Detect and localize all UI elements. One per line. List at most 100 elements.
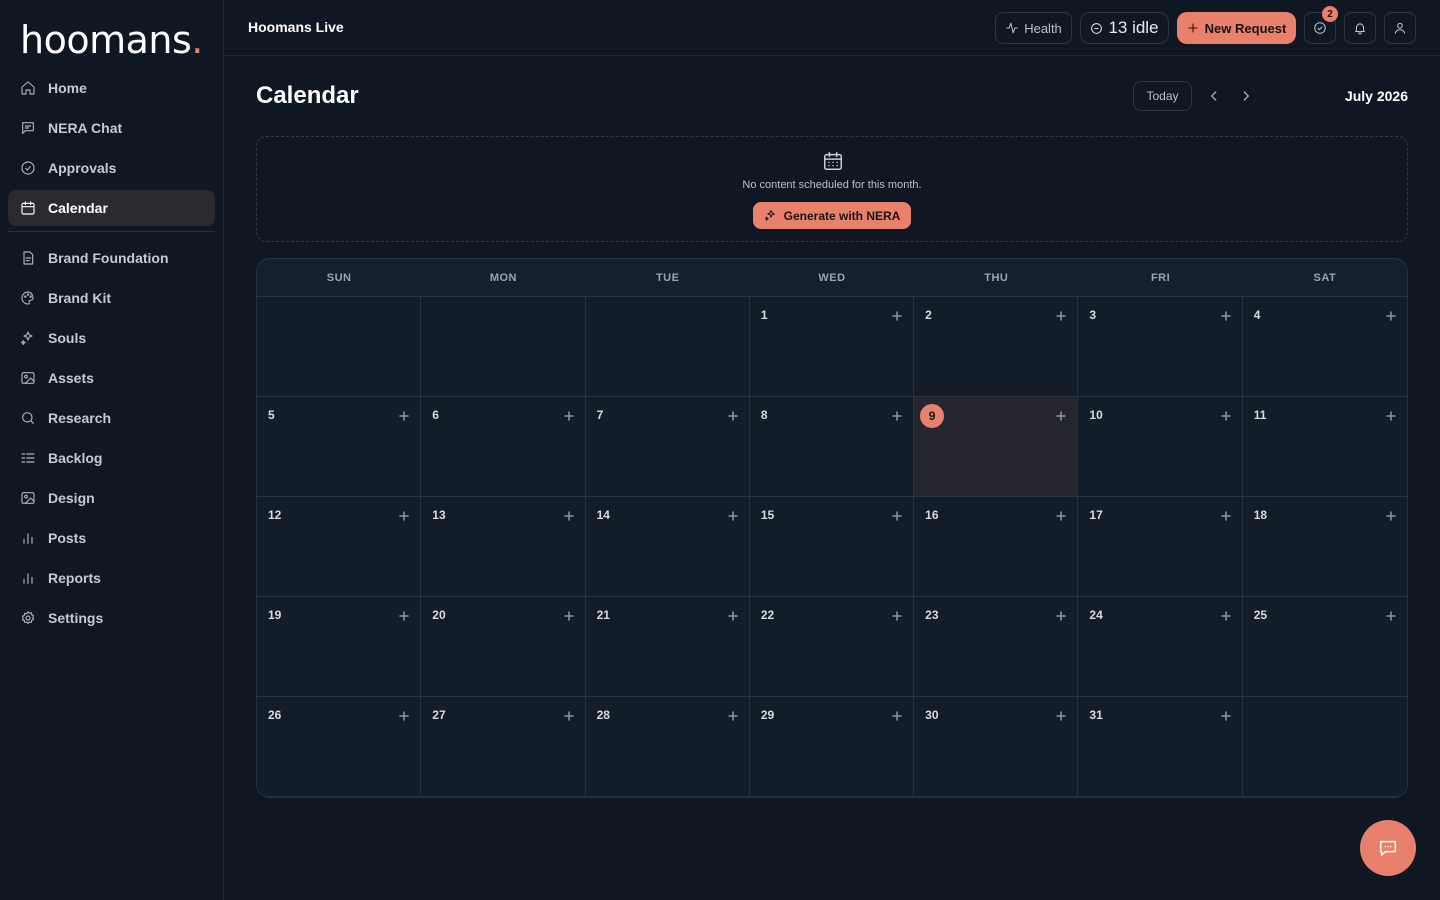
add-content-button[interactable] — [1220, 409, 1232, 421]
calendar-day-cell[interactable]: 13 — [421, 497, 586, 597]
hoomans-logo[interactable]: hoomans. — [20, 18, 203, 62]
plus-icon — [892, 611, 902, 621]
calendar-day-cell[interactable]: 30 — [914, 697, 1079, 797]
weekday-label: FRI — [1150, 271, 1171, 284]
day-number: 28 — [596, 708, 610, 722]
add-content-button[interactable] — [727, 709, 739, 721]
add-content-button[interactable] — [891, 509, 903, 521]
calendar-day-cell[interactable]: 18 — [1242, 497, 1407, 597]
calendar-day-cell[interactable]: 6 — [421, 397, 586, 497]
sidebar-item-home[interactable]: Home — [8, 70, 215, 106]
sidebar-item-brand-kit[interactable]: Brand Kit — [8, 280, 215, 316]
idle-status-button[interactable]: 13 idle — [1080, 12, 1169, 44]
today-button[interactable]: Today — [1133, 81, 1192, 111]
add-content-button[interactable] — [1055, 709, 1067, 721]
add-content-button[interactable] — [398, 609, 410, 621]
day-number: 23 — [925, 608, 939, 622]
calendar-day-cell[interactable]: 4 — [1242, 297, 1407, 397]
sidebar-item-approvals[interactable]: Approvals — [8, 150, 215, 186]
sidebar-item-label: Design — [48, 490, 95, 506]
sidebar-item-label: Approvals — [48, 160, 117, 176]
add-content-button[interactable] — [398, 409, 410, 421]
add-content-button[interactable] — [398, 709, 410, 721]
add-content-button[interactable] — [1385, 509, 1397, 521]
add-content-button[interactable] — [398, 509, 410, 521]
approvals-button[interactable]: 2 — [1304, 6, 1338, 44]
calendar-day-cell[interactable]: 22 — [749, 597, 915, 697]
calendar-day-cell[interactable]: 12 — [257, 497, 422, 597]
calendar-day-cell[interactable]: 23 — [914, 597, 1079, 697]
sidebar-item-reports[interactable]: Reports — [8, 560, 215, 596]
calendar-day-cell[interactable]: 20 — [421, 597, 586, 697]
add-content-button[interactable] — [1055, 409, 1067, 421]
add-content-button[interactable] — [1220, 609, 1232, 621]
add-content-button[interactable] — [1220, 509, 1232, 521]
calendar-day-cell[interactable]: 29 — [749, 697, 915, 797]
add-content-button[interactable] — [891, 609, 903, 621]
calendar-day-cell[interactable]: 10 — [1078, 397, 1243, 497]
calendar-day-cell[interactable]: 27 — [421, 697, 586, 797]
sidebar-item-research[interactable]: Research — [8, 400, 215, 436]
day-number: 8 — [760, 408, 768, 422]
add-content-button[interactable] — [727, 609, 739, 621]
plus-icon — [1220, 411, 1231, 421]
sidebar-item-calendar[interactable]: Calendar — [8, 190, 215, 226]
user-menu-button[interactable] — [1384, 12, 1416, 44]
calendar-day-cell[interactable]: 14 — [585, 497, 750, 597]
health-button[interactable]: Health — [995, 12, 1072, 44]
add-content-button[interactable] — [891, 309, 903, 321]
calendar-day-cell[interactable]: 31 — [1078, 697, 1243, 797]
sidebar-item-souls[interactable]: Souls — [8, 320, 215, 356]
weekday-label: SAT — [1313, 271, 1337, 284]
next-month-button[interactable] — [1238, 88, 1254, 104]
add-content-button[interactable] — [1055, 309, 1067, 321]
calendar-day-cell[interactable]: 19 — [257, 597, 422, 697]
sidebar-item-assets[interactable]: Assets — [8, 360, 215, 396]
add-content-button[interactable] — [891, 709, 903, 721]
add-content-button[interactable] — [1055, 609, 1067, 621]
calendar-day-cell[interactable]: 17 — [1078, 497, 1243, 597]
add-content-button[interactable] — [1385, 609, 1397, 621]
notifications-button[interactable] — [1344, 12, 1376, 44]
calendar-day-cell[interactable]: 16 — [914, 497, 1079, 597]
sidebar-item-posts[interactable]: Posts — [8, 520, 215, 556]
new-request-button[interactable]: New Request — [1177, 12, 1296, 44]
calendar-day-cell[interactable]: 3 — [1078, 297, 1243, 397]
add-content-button[interactable] — [727, 409, 739, 421]
add-content-button[interactable] — [563, 609, 575, 621]
calendar-day-cell[interactable]: 15 — [749, 497, 915, 597]
add-content-button[interactable] — [1220, 309, 1232, 321]
sidebar-item-backlog[interactable]: Backlog — [8, 440, 215, 476]
calendar-day-cell[interactable]: 8 — [749, 397, 915, 497]
add-content-button[interactable] — [1385, 409, 1397, 421]
add-content-button[interactable] — [563, 409, 575, 421]
day-number: 1 — [760, 308, 768, 322]
calendar-day-cell[interactable]: 1 — [749, 297, 915, 397]
calendar-day-cell[interactable]: 7 — [585, 397, 750, 497]
calendar-day-cell[interactable]: 21 — [585, 597, 750, 697]
add-content-button[interactable] — [727, 509, 739, 521]
sidebar-item-brand-foundation[interactable]: Brand Foundation — [8, 240, 215, 276]
calendar-day-cell[interactable]: 24 — [1078, 597, 1243, 697]
calendar-day-cell[interactable]: 28 — [585, 697, 750, 797]
previous-month-button[interactable] — [1206, 88, 1222, 104]
add-content-button[interactable] — [1055, 509, 1067, 521]
add-content-button[interactable] — [563, 509, 575, 521]
calendar-day-cell[interactable]: 5 — [257, 397, 422, 497]
calendar-day-cell[interactable]: 26 — [257, 697, 422, 797]
sidebar-item-nera-chat[interactable]: NERA Chat — [8, 110, 215, 146]
calendar-day-cell[interactable]: 9 — [914, 397, 1079, 497]
add-content-button[interactable] — [1385, 309, 1397, 321]
generate-with-nera-button[interactable]: Generate with NERA — [753, 202, 911, 229]
calendar-day-cell[interactable]: 2 — [914, 297, 1079, 397]
sidebar-item-design[interactable]: Design — [8, 480, 215, 516]
add-content-button[interactable] — [891, 409, 903, 421]
chat-support-button[interactable] — [1360, 820, 1416, 876]
plus-icon — [728, 611, 738, 621]
add-content-button[interactable] — [563, 709, 575, 721]
calendar-day-cell[interactable]: 11 — [1242, 397, 1407, 497]
add-content-button[interactable] — [1220, 709, 1232, 721]
calendar-day-cell[interactable]: 25 — [1242, 597, 1407, 697]
sidebar-item-settings[interactable]: Settings — [8, 600, 215, 636]
weekday-label: TUE — [655, 271, 680, 284]
